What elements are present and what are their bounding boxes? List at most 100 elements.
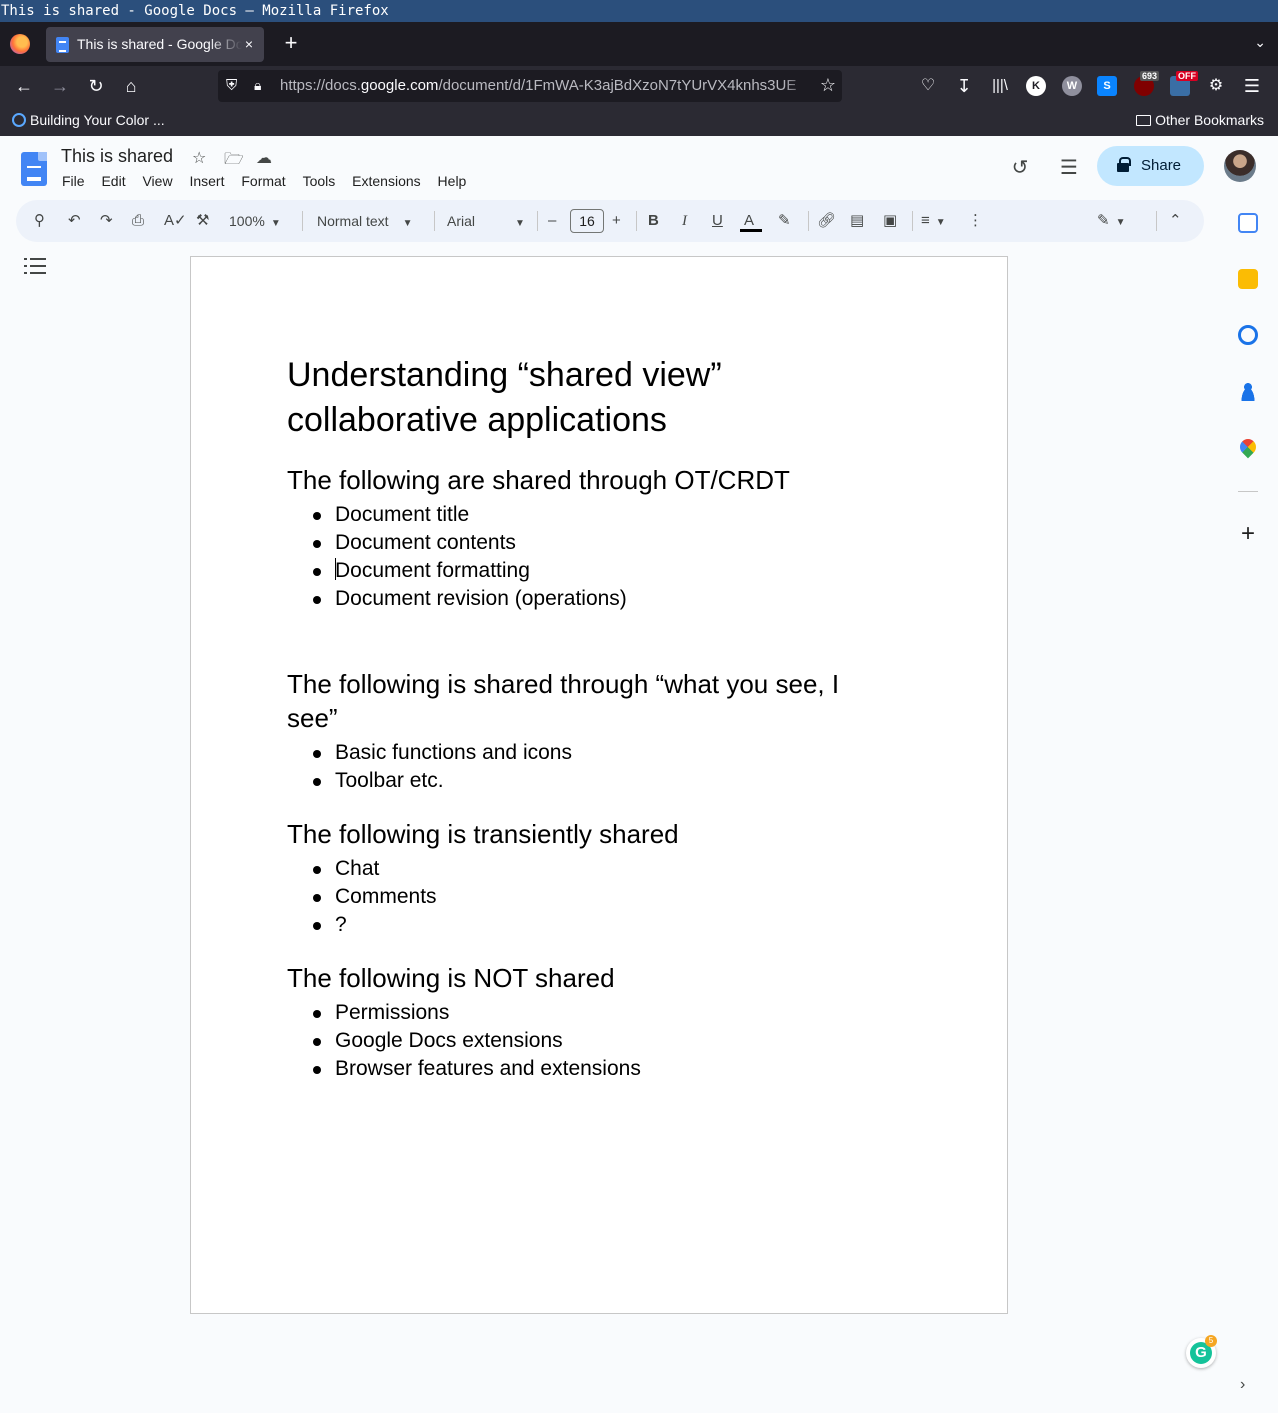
bold-icon[interactable]: B	[648, 211, 659, 231]
home-icon[interactable]: ⌂	[119, 74, 143, 98]
tracking-protection-shield-icon[interactable]: ⛨	[226, 77, 242, 95]
hide-menus-chevron-up-icon[interactable]: ⌃	[1169, 211, 1182, 231]
browser-tab[interactable]: This is shared - Google Docs ×	[46, 27, 264, 62]
list-item: Basic functions and icons	[287, 739, 887, 767]
section-heading: The following is shared through “what yo…	[287, 669, 840, 733]
print-icon[interactable]: ⎙	[132, 211, 144, 231]
side-panel-divider	[1238, 491, 1258, 492]
menu-file[interactable]: File	[62, 173, 85, 189]
list-all-tabs-icon[interactable]: ⌄	[1254, 34, 1266, 51]
formatting-toolbar: ⚲ ↶ ↷ ⎙ A✓ ⚒ 100% ▼ Normal text ▼ Arial ▼ –…	[16, 200, 1204, 242]
align-left-icon[interactable]: ≡ ▼	[921, 211, 946, 231]
ublock-origin-icon[interactable]: 693	[1134, 71, 1160, 96]
menu-format[interactable]: Format	[241, 173, 285, 189]
navigation-bar: ← → ↻ ⌂ ⛨ 🔒︎ https://docs.google.com/doc…	[0, 66, 1278, 106]
k-extension-icon[interactable]: K	[1026, 76, 1046, 96]
toggle-extension-icon[interactable]: OFF	[1170, 71, 1198, 96]
paragraph-style-value: Normal text	[317, 213, 389, 229]
bookmark-favicon-icon	[12, 113, 26, 127]
highlight-color-icon[interactable]: ✎	[778, 211, 791, 231]
grammarly-button[interactable]: G 5	[1186, 1335, 1217, 1368]
menu-view[interactable]: View	[142, 173, 172, 189]
site-lock-icon[interactable]: 🔒︎	[254, 77, 261, 94]
underline-icon[interactable]: U	[712, 211, 723, 231]
insert-image-icon[interactable]: ▣	[883, 211, 897, 231]
star-icon[interactable]: ☆	[192, 148, 206, 168]
italic-icon[interactable]: I	[682, 211, 687, 231]
list-item: Document revision (operations)	[287, 585, 887, 613]
insert-link-icon[interactable]: 🔗︎	[817, 211, 836, 231]
empty-paragraph	[287, 635, 887, 667]
menu-edit[interactable]: Edit	[101, 173, 125, 189]
other-bookmarks[interactable]: Other Bookmarks	[1136, 112, 1264, 128]
reload-icon[interactable]: ↻	[84, 74, 108, 98]
forward-icon[interactable]: →	[48, 74, 72, 98]
add-comment-icon[interactable]: ▤	[850, 211, 864, 231]
url-bar[interactable]: ⛨ 🔒︎ https://docs.google.com/document/d/…	[218, 70, 842, 102]
cloud-saved-icon[interactable]: ☁︎	[256, 148, 272, 168]
extensions-puzzle-icon[interactable]: ⚙	[1204, 74, 1228, 98]
bookmark-building-your-color[interactable]: Building Your Color ...	[12, 112, 165, 128]
list-item: ?	[287, 911, 887, 939]
pocket-icon[interactable]: ♡	[916, 74, 940, 98]
document-outline-icon[interactable]	[24, 256, 46, 276]
more-options-icon[interactable]: ⋮	[968, 211, 983, 231]
close-tab-icon[interactable]: ×	[240, 35, 258, 53]
list-item: Document contents	[287, 529, 887, 557]
tasks-icon[interactable]	[1238, 325, 1258, 345]
redo-icon[interactable]: ↷	[100, 211, 113, 231]
spelling-check-icon[interactable]: A✓	[164, 211, 187, 231]
s-extension-icon[interactable]: S	[1097, 76, 1117, 96]
increase-font-size-icon[interactable]: +	[612, 211, 621, 231]
downloads-icon[interactable]: ↧	[952, 74, 976, 98]
menu-insert[interactable]: Insert	[189, 173, 224, 189]
font-size-input[interactable]: 16	[570, 209, 604, 233]
bullet-list: Basic functions and icons Toolbar etc.	[287, 739, 887, 795]
text-color-icon[interactable]: A	[744, 211, 754, 231]
undo-icon[interactable]: ↶	[68, 211, 81, 231]
keep-icon[interactable]	[1238, 269, 1258, 289]
outline-line	[30, 265, 46, 267]
outline-dot	[24, 265, 27, 267]
avatar[interactable]	[1224, 150, 1256, 182]
back-icon[interactable]: ←	[12, 74, 36, 98]
menu-extensions[interactable]: Extensions	[352, 173, 420, 189]
tab-strip: This is shared - Google Docs × + ⌄	[0, 22, 1278, 66]
library-icon[interactable]: |||\	[988, 74, 1012, 98]
paragraph-style-select[interactable]: Normal text ▼	[317, 211, 412, 231]
show-side-panel-chevron-icon[interactable]: ›	[1240, 1376, 1245, 1394]
editing-mode-icon[interactable]: ✎ ▼	[1097, 211, 1125, 231]
document-title[interactable]: This is shared	[61, 146, 173, 167]
paint-format-icon[interactable]: ⚒	[196, 211, 209, 231]
get-add-ons-plus-icon[interactable]: +	[1236, 522, 1260, 546]
calendar-icon[interactable]	[1238, 213, 1258, 233]
document-page[interactable]: Understanding “shared view” collaborativ…	[190, 256, 1008, 1314]
contacts-icon[interactable]	[1238, 381, 1258, 401]
tab-title: This is shared - Google Docs	[77, 36, 242, 52]
toggle-badge: OFF	[1176, 71, 1198, 81]
hamburger-menu-icon[interactable]: ☰	[1240, 74, 1264, 98]
version-history-icon[interactable]: ↺	[1006, 154, 1034, 182]
toolbar-divider	[912, 211, 913, 231]
bookmark-star-icon[interactable]: ☆	[820, 75, 836, 96]
menu-tools[interactable]: Tools	[303, 173, 336, 189]
font-family-select[interactable]: Arial ▼	[447, 211, 525, 231]
zoom-value: 100%	[229, 213, 265, 229]
toolbar-divider	[537, 211, 538, 231]
decrease-font-size-icon[interactable]: –	[548, 211, 556, 231]
list-item: Permissions	[287, 999, 887, 1027]
url-text[interactable]: https://docs.google.com/document/d/1FmWA…	[280, 77, 810, 94]
list-item-text: Document formatting	[335, 559, 530, 582]
document-body[interactable]: Understanding “shared view” collaborativ…	[287, 353, 887, 1105]
w-extension-icon[interactable]: W	[1062, 76, 1082, 96]
share-button[interactable]: Share	[1097, 146, 1204, 186]
search-menus-icon[interactable]: ⚲	[34, 211, 45, 231]
move-to-folder-icon[interactable]: 🗁︎	[224, 148, 244, 175]
firefox-logo-icon[interactable]	[10, 34, 30, 54]
menu-help[interactable]: Help	[438, 173, 467, 189]
maps-icon[interactable]	[1236, 435, 1260, 459]
new-tab-button[interactable]: +	[280, 32, 302, 54]
zoom-select[interactable]: 100% ▼	[229, 211, 281, 231]
google-docs-logo-icon[interactable]	[21, 152, 47, 186]
comments-icon[interactable]: ☰	[1055, 154, 1083, 182]
